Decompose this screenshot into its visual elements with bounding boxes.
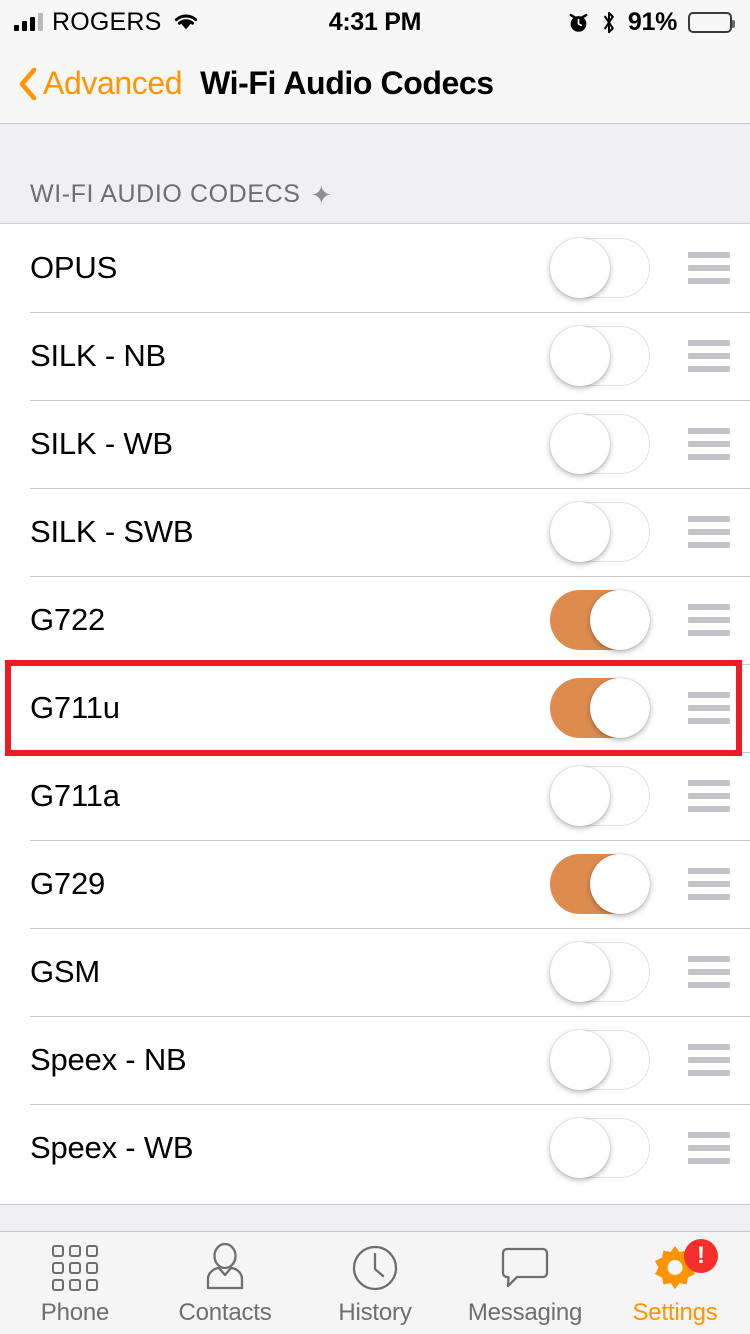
list-bottom-spacer [0,1204,750,1232]
codec-toggle-knob [550,414,610,474]
person-icon [198,1243,252,1293]
codec-toggle[interactable] [550,326,650,386]
codec-list: OPUS SILK - NB SILK - WB SILK - SWB G722 G711… [0,224,750,1204]
tab-contacts[interactable]: Contacts [150,1232,300,1334]
tab-history-label: History [338,1299,412,1326]
tab-history[interactable]: History [300,1232,450,1334]
codec-row: G711a [0,752,750,840]
back-button-label: Advanced [43,65,183,101]
codec-toggle[interactable] [550,1118,650,1178]
codec-toggle-knob [590,854,650,914]
codec-row-label: Speex - WB [30,1130,194,1165]
codec-toggle-knob [550,326,610,386]
codec-row: OPUS [0,224,750,312]
wifi-icon [174,14,197,30]
codec-toggle[interactable] [550,1030,650,1090]
codec-row: G729 [0,840,750,928]
keypad-icon [48,1243,102,1293]
codec-toggle-knob [550,1030,610,1090]
reorder-handle-icon[interactable] [688,516,730,548]
codec-row-label: G722 [30,602,106,637]
codec-row-label: GSM [30,954,101,989]
codec-toggle[interactable] [550,766,650,826]
codec-row-label: SILK - SWB [30,514,194,549]
tab-messaging[interactable]: Messaging [450,1232,600,1334]
section-header-label: WI-FI AUDIO CODECS [30,180,301,208]
tab-bar: Phone Contacts History Messaging ! Setti… [0,1232,750,1334]
codec-row: SILK - NB [0,312,750,400]
chevron-left-icon [19,67,37,100]
codec-row: Speex - NB [0,1016,750,1104]
codec-row: SILK - WB [0,400,750,488]
speech-bubble-icon [498,1243,552,1293]
codec-row-label: G711u [30,690,120,725]
codec-toggle[interactable] [550,854,650,914]
settings-alert-badge-label: ! [697,1242,705,1269]
reorder-handle-icon[interactable] [688,604,730,636]
codec-row: GSM [0,928,750,1016]
tab-contacts-label: Contacts [178,1299,272,1326]
section-header: WI-FI AUDIO CODECS ✦ [0,124,750,224]
status-bar-left: ROGERS [14,8,201,37]
page-title: Wi-Fi Audio Codecs [200,65,494,101]
codec-row: Speex - WB [0,1104,750,1192]
section-header-row: WI-FI AUDIO CODECS ✦ [30,180,333,209]
clock-time: 4:31 PM [328,7,422,36]
codec-toggle[interactable] [550,502,650,562]
codec-row-label: OPUS [30,250,118,285]
reorder-handle-icon[interactable] [688,428,730,460]
codec-toggle-knob [550,942,610,1002]
reorder-handle-icon[interactable] [688,1132,730,1164]
battery-percentage: 91% [627,7,677,36]
codec-toggle[interactable] [550,678,650,738]
codec-row: G722 [0,576,750,664]
cellular-signal-icon [14,13,43,31]
codec-row-label: G729 [30,866,106,901]
navigation-bar: Advanced Wi-Fi Audio Codecs [0,44,750,124]
reorder-handle-icon[interactable] [688,956,730,988]
codec-toggle[interactable] [550,414,650,474]
codec-toggle-knob [550,238,610,298]
reorder-handle-icon[interactable] [688,868,730,900]
sparkle-icon: ✦ [310,179,333,210]
codec-toggle[interactable] [550,590,650,650]
codec-toggle-knob [590,590,650,650]
phone-screen: ROGERS 4:31 PM 91% Advanced Wi-Fi Audio … [0,0,750,1334]
bluetooth-icon [604,11,614,33]
codec-row-label: SILK - NB [30,338,167,373]
tab-messaging-label: Messaging [467,1299,583,1326]
reorder-handle-icon[interactable] [688,252,730,284]
back-button[interactable]: Advanced [18,65,183,102]
tab-settings[interactable]: ! Settings [600,1232,750,1334]
codec-toggle[interactable] [550,238,650,298]
tab-settings-label: Settings [632,1299,718,1326]
battery-icon [688,11,735,33]
tab-phone-label: Phone [40,1299,110,1326]
carrier-name: ROGERS [52,7,162,36]
settings-alert-badge: ! [684,1239,718,1273]
codec-toggle[interactable] [550,942,650,1002]
reorder-handle-icon[interactable] [688,780,730,812]
tab-phone[interactable]: Phone [0,1232,150,1334]
alarm-clock-icon [569,13,588,32]
codec-row: SILK - SWB [0,488,750,576]
reorder-handle-icon[interactable] [688,1044,730,1076]
reorder-handle-icon[interactable] [688,692,730,724]
clock-icon [348,1243,402,1293]
codec-row-label: G711a [30,778,120,813]
reorder-handle-icon[interactable] [688,340,730,372]
codec-toggle-knob [550,502,610,562]
status-bar-right: 91% [567,7,735,37]
codec-toggle-knob [550,766,610,826]
codec-row-label: SILK - WB [30,426,173,461]
codec-toggle-knob [590,678,650,738]
status-bar: ROGERS 4:31 PM 91% [0,0,750,44]
gear-icon: ! [648,1239,718,1293]
codec-toggle-knob [550,1118,610,1178]
codec-row-label: Speex - NB [30,1042,187,1077]
codec-row: G711u [0,664,750,752]
